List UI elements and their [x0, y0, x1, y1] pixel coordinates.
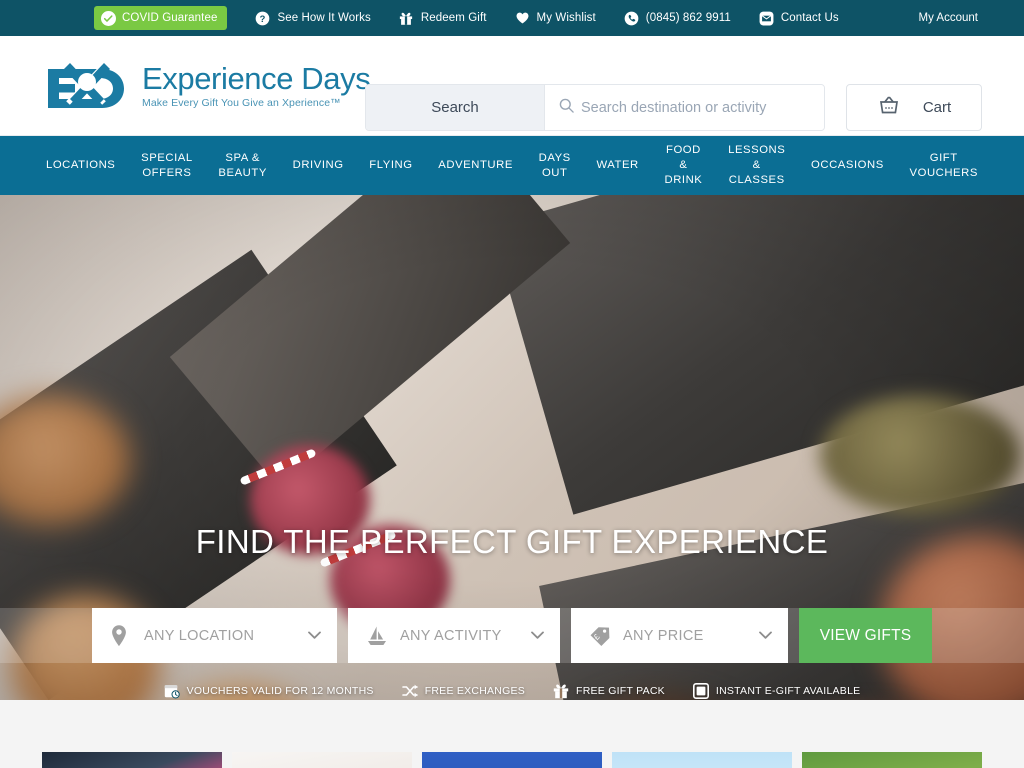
nav-item-lessons-classes[interactable]: LESSONS & CLASSES — [724, 143, 789, 188]
nav-item-spa-beauty[interactable]: SPA & BEAUTY — [214, 151, 271, 181]
search-tab-button[interactable]: Search — [366, 85, 545, 130]
nav-item-water[interactable]: WATER — [592, 158, 642, 173]
contact-us-label: Contact Us — [780, 12, 839, 24]
svg-text:?: ? — [260, 13, 266, 23]
category-card-countryside[interactable] — [802, 752, 982, 768]
exd-logo-icon — [42, 55, 140, 117]
nav-item-adventure[interactable]: ADVENTURE — [434, 158, 517, 173]
trust-instant-egift-label: INSTANT E-GIFT AVAILABLE — [715, 685, 861, 697]
my-wishlist-link[interactable]: My Wishlist — [515, 11, 596, 26]
price-filter-label: ANY PRICE — [623, 627, 704, 644]
nav-item-gift-vouchers[interactable]: GIFT VOUCHERS — [906, 151, 982, 181]
trust-vouchers-valid-label: VOUCHERS VALID FOR 12 MONTHS — [186, 685, 374, 697]
activity-filter-label: ANY ACTIVITY — [400, 627, 502, 644]
nav-item-special-offers[interactable]: SPECIAL OFFERS — [137, 151, 197, 181]
phone-label: (0845) 862 9911 — [645, 12, 731, 24]
trust-free-gift-pack: FREE GIFT PACK — [553, 683, 665, 699]
site-header: Experience Days Make Every Gift You Give… — [0, 36, 1024, 136]
see-how-it-works-label: See How It Works — [277, 12, 371, 24]
trust-badges-row: VOUCHERS VALID FOR 12 MONTHS FREE EXCHAN… — [0, 683, 1024, 699]
category-card-jewellery[interactable] — [232, 752, 412, 768]
e-gift-icon — [692, 683, 709, 699]
nav-item-occasions[interactable]: OCCASIONS — [807, 158, 888, 173]
cart-button[interactable]: Cart — [846, 84, 982, 131]
hero-title: FIND THE PERFECT GIFT EXPERIENCE — [195, 523, 829, 560]
sailboat-icon — [366, 624, 388, 648]
gift-icon — [399, 11, 414, 26]
hero-banner: FIND THE PERFECT GIFT EXPERIENCE ANY LOC… — [0, 195, 1024, 700]
below-fold-section — [0, 700, 1024, 768]
header-search-group: Search — [365, 84, 825, 131]
location-filter-select[interactable]: ANY LOCATION — [92, 608, 337, 663]
category-card-cocktail[interactable] — [42, 752, 222, 768]
chevron-down-icon — [308, 630, 321, 642]
see-how-it-works-link[interactable]: ? See How It Works — [255, 11, 371, 26]
nav-item-driving[interactable]: DRIVING — [289, 158, 348, 173]
calendar-clock-icon — [164, 683, 180, 699]
chevron-down-icon — [531, 630, 544, 642]
category-card-sky[interactable] — [612, 752, 792, 768]
gift-box-icon — [553, 683, 569, 699]
cart-label: Cart — [922, 99, 952, 116]
redeem-gift-label: Redeem Gift — [420, 12, 487, 24]
my-wishlist-label: My Wishlist — [536, 12, 596, 24]
heart-icon — [515, 11, 530, 26]
my-account-link[interactable]: My Account — [919, 12, 978, 24]
main-navigation: LOCATIONS SPECIAL OFFERS SPA & BEAUTY DR… — [0, 136, 1024, 195]
hero-search-bar: ANY LOCATION ANY ACTIVITY £ ANY PRICE VI… — [92, 608, 932, 663]
trust-free-exchanges: FREE EXCHANGES — [401, 683, 526, 699]
trust-free-exchanges-label: FREE EXCHANGES — [424, 685, 526, 697]
question-circle-icon: ? — [255, 11, 270, 26]
nav-item-locations[interactable]: LOCATIONS — [42, 158, 119, 173]
phone-link[interactable]: (0845) 862 9911 — [624, 11, 731, 26]
search-field[interactable] — [545, 85, 824, 130]
price-tag-icon: £ — [589, 624, 611, 648]
contact-us-link[interactable]: Contact Us — [759, 11, 839, 26]
view-gifts-button[interactable]: VIEW GIFTS — [799, 608, 932, 663]
map-pin-icon — [110, 624, 132, 648]
price-filter-select[interactable]: £ ANY PRICE — [571, 608, 788, 663]
location-filter-label: ANY LOCATION — [144, 627, 255, 644]
check-circle-icon — [101, 10, 116, 26]
trust-instant-egift: INSTANT E-GIFT AVAILABLE — [692, 683, 861, 699]
search-input[interactable] — [581, 99, 824, 116]
redeem-gift-link[interactable]: Redeem Gift — [399, 11, 487, 26]
trust-free-gift-pack-label: FREE GIFT PACK — [576, 685, 665, 697]
nav-item-food-drink[interactable]: FOOD & DRINK — [660, 143, 706, 188]
category-cards-row — [42, 752, 982, 768]
category-card-blue[interactable] — [422, 752, 602, 768]
nav-item-days-out[interactable]: DAYS OUT — [535, 151, 575, 181]
basket-icon — [877, 93, 901, 122]
chevron-down-icon — [759, 630, 772, 642]
logo-tagline: Make Every Gift You Give an Xperience™ — [142, 96, 341, 109]
activity-filter-select[interactable]: ANY ACTIVITY — [348, 608, 560, 663]
site-logo[interactable]: Experience Days Make Every Gift You Give… — [42, 55, 371, 117]
exchange-arrows-icon — [401, 683, 418, 699]
nav-item-flying[interactable]: FLYING — [365, 158, 416, 173]
phone-icon — [624, 11, 639, 26]
search-icon — [559, 98, 574, 118]
trust-vouchers-valid: VOUCHERS VALID FOR 12 MONTHS — [164, 683, 374, 699]
logo-title: Experience Days — [142, 60, 371, 96]
top-utility-bar: COVID Guarantee ? See How It Works Redee… — [0, 0, 1024, 36]
covid-guarantee-button[interactable]: COVID Guarantee — [94, 6, 228, 30]
covid-guarantee-label: COVID Guarantee — [122, 12, 218, 24]
envelope-icon — [759, 11, 774, 26]
